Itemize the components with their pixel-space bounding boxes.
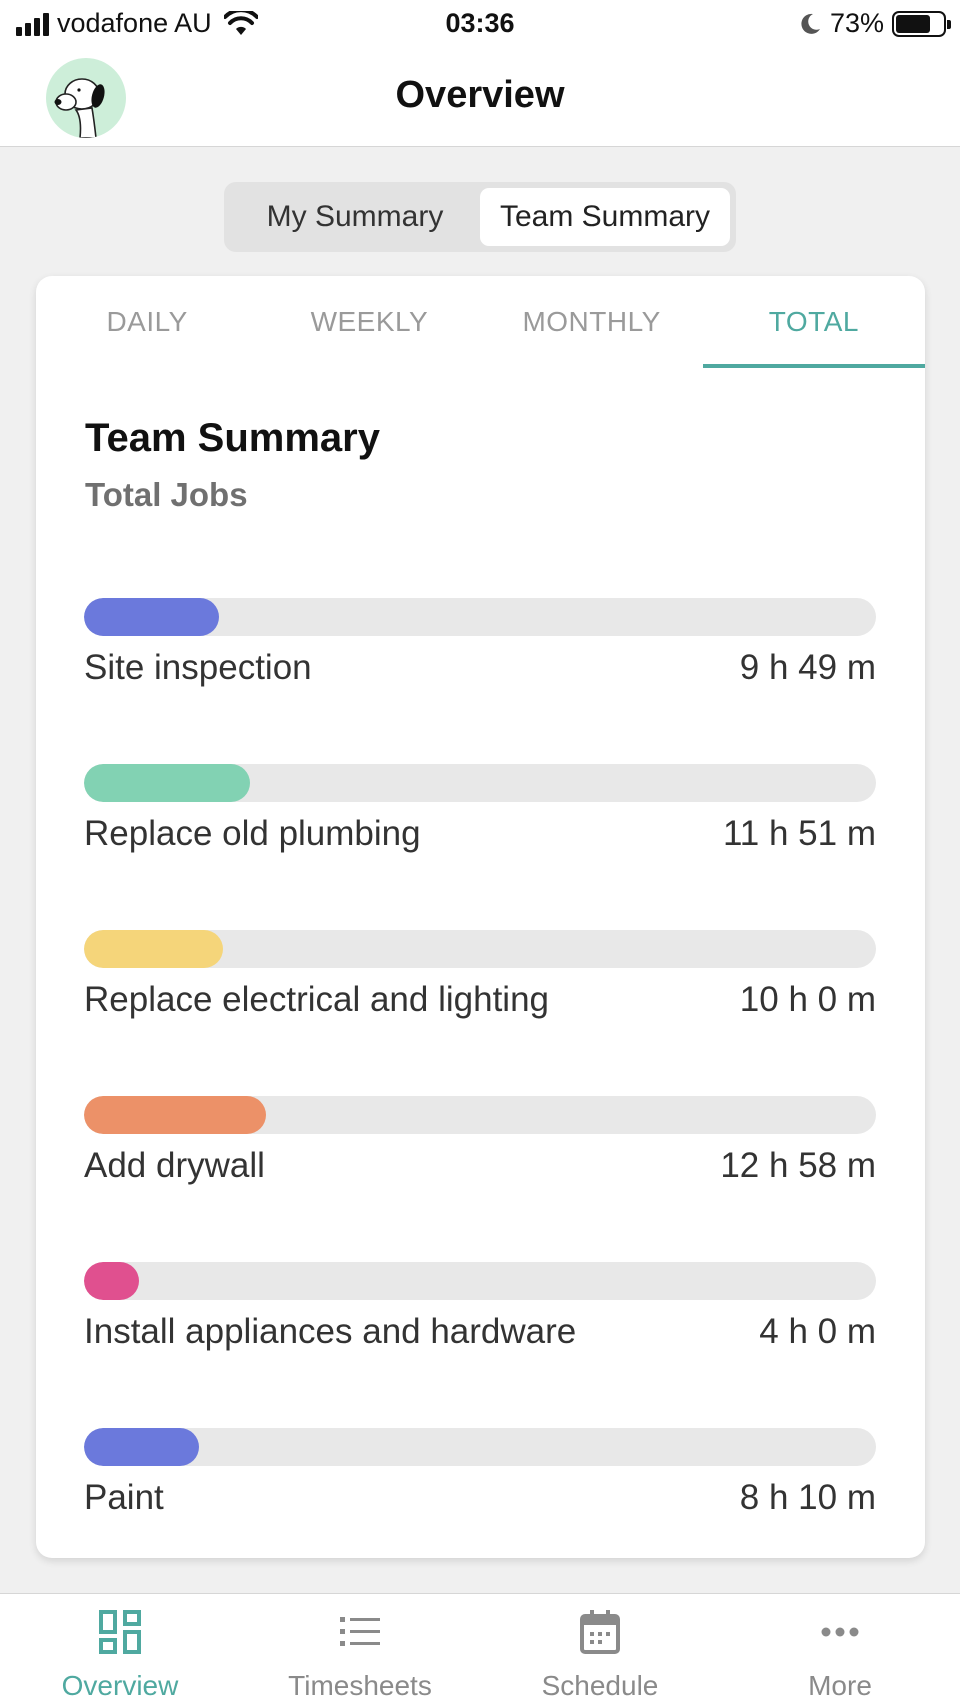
app-header: Overview xyxy=(0,52,960,147)
progress-track xyxy=(84,1096,876,1134)
job-item: Paint 8 h 10 m xyxy=(84,1428,876,1594)
job-item: Site inspection 9 h 49 m xyxy=(84,598,876,764)
calendar-icon xyxy=(580,1610,620,1654)
job-item: Replace old plumbing 11 h 51 m xyxy=(84,764,876,930)
tab-weekly[interactable]: WEEKLY xyxy=(258,276,480,368)
progress-track xyxy=(84,1428,876,1466)
job-name: Add drywall xyxy=(84,1146,265,1185)
nav-overview[interactable]: Overview xyxy=(0,1594,240,1707)
progress-bar xyxy=(84,764,251,802)
nav-timesheets[interactable]: Timesheets xyxy=(240,1594,480,1707)
more-dots-icon xyxy=(821,1627,859,1637)
tab-monthly[interactable]: MONTHLY xyxy=(481,276,703,368)
progress-bar xyxy=(84,598,219,636)
job-time: 8 h 10 m xyxy=(739,1478,876,1517)
card-title: Team Summary xyxy=(85,416,380,460)
summary-card: DAILY WEEKLY MONTHLY TOTAL Team Summary … xyxy=(36,276,926,1558)
job-list: Site inspection 9 h 49 m Replace old plu… xyxy=(84,598,876,1594)
nav-label: Schedule xyxy=(541,1670,659,1701)
job-time: 4 h 0 m xyxy=(759,1312,876,1351)
job-time: 10 h 0 m xyxy=(739,980,876,1019)
list-icon xyxy=(340,1617,380,1646)
progress-bar xyxy=(84,1096,267,1134)
battery-percentage: 73% xyxy=(829,8,884,38)
card-subtitle: Total Jobs xyxy=(85,476,248,513)
bottom-nav: Overview Timesheets Schedule More xyxy=(0,1593,960,1707)
summary-segmented-control: My Summary Team Summary xyxy=(224,182,736,252)
progress-bar xyxy=(84,1428,199,1466)
tab-daily[interactable]: DAILY xyxy=(36,276,258,368)
dashboard-icon xyxy=(99,1610,141,1654)
tab-total[interactable]: TOTAL xyxy=(702,276,926,368)
job-name: Site inspection xyxy=(84,648,312,687)
job-time: 12 h 58 m xyxy=(720,1146,876,1185)
progress-track xyxy=(84,930,876,968)
status-bar: vodafone AU 03:36 73% xyxy=(0,0,960,52)
job-name: Replace old plumbing xyxy=(84,814,421,853)
job-time: 11 h 51 m xyxy=(722,814,876,853)
segment-my-summary[interactable]: My Summary xyxy=(230,188,480,246)
nav-schedule[interactable]: Schedule xyxy=(480,1594,720,1707)
job-item: Add drywall 12 h 58 m xyxy=(84,1096,876,1262)
page-title: Overview xyxy=(395,74,565,116)
job-item: Replace electrical and lighting 10 h 0 m xyxy=(84,930,876,1096)
segment-team-summary[interactable]: Team Summary xyxy=(480,188,730,246)
nav-label: More xyxy=(808,1670,872,1701)
progress-track xyxy=(84,1262,876,1300)
progress-track xyxy=(84,598,876,636)
progress-bar xyxy=(84,1262,140,1300)
progress-track xyxy=(84,764,876,802)
moon-icon xyxy=(801,13,820,34)
nav-label: Overview xyxy=(61,1670,179,1701)
period-tabs: DAILY WEEKLY MONTHLY TOTAL xyxy=(36,276,926,368)
job-name: Install appliances and hardware xyxy=(84,1312,577,1351)
job-time: 9 h 49 m xyxy=(739,648,876,687)
battery-icon xyxy=(892,10,951,37)
job-name: Replace electrical and lighting xyxy=(84,980,549,1019)
nav-more[interactable]: More xyxy=(720,1594,960,1707)
progress-bar xyxy=(84,930,223,968)
job-name: Paint xyxy=(84,1478,164,1517)
job-item: Install appliances and hardware 4 h 0 m xyxy=(84,1262,876,1428)
nav-label: Timesheets xyxy=(288,1670,432,1701)
